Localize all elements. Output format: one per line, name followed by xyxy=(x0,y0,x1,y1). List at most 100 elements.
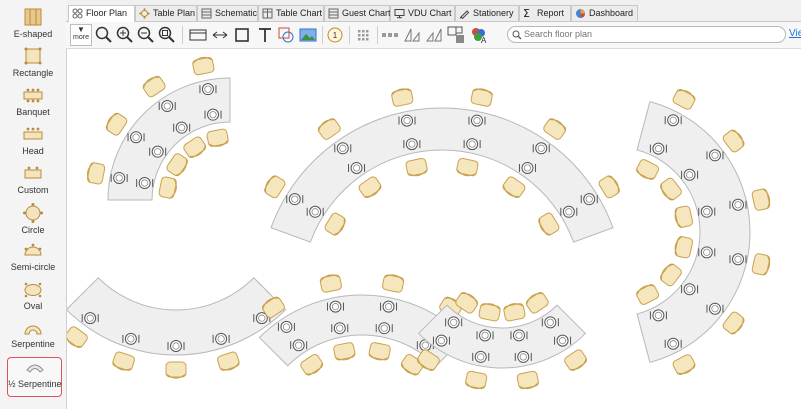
palette-label: Serpentine xyxy=(11,339,55,349)
floor-plan-canvas[interactable] xyxy=(64,49,801,409)
chair xyxy=(158,176,177,199)
half-serpentine-table-icon xyxy=(25,364,44,373)
tab-floor-plan[interactable]: Floor Plan xyxy=(68,5,135,22)
plate xyxy=(652,309,665,322)
palette-item-serpentine[interactable]: Serpentine xyxy=(4,318,62,356)
e-shaped-table-icon xyxy=(24,8,42,26)
tab-report[interactable]: Σ Report xyxy=(519,5,571,21)
plate xyxy=(521,161,534,174)
plate xyxy=(562,205,575,218)
search-input[interactable] xyxy=(524,28,724,40)
arrange-button[interactable] xyxy=(446,25,466,45)
tab-label: Guest Chart xyxy=(342,8,391,18)
palette-item-circle[interactable]: Circle xyxy=(4,202,62,240)
tab-table-chart[interactable]: Table Chart xyxy=(258,5,324,21)
numbering-button[interactable]: 1 xyxy=(325,25,345,45)
chair xyxy=(112,351,135,371)
tab-vdu-chart[interactable]: VDU Chart xyxy=(390,5,455,21)
stationery-icon xyxy=(459,10,470,19)
chair-seat xyxy=(502,176,526,199)
plate xyxy=(350,161,363,174)
palette-item-banquet[interactable]: Banquet xyxy=(4,86,62,124)
align-right-button[interactable] xyxy=(424,25,444,45)
plate xyxy=(683,283,696,296)
chair-seat xyxy=(166,153,188,177)
plate xyxy=(732,253,745,266)
plate xyxy=(556,334,569,347)
chair-seat xyxy=(672,354,696,375)
tab-table-plan[interactable]: Table Plan xyxy=(135,5,197,21)
chair xyxy=(317,118,341,140)
tab-schematic[interactable]: Schematic xyxy=(197,5,258,21)
plate xyxy=(329,300,342,313)
shapes-button[interactable] xyxy=(276,25,296,45)
floor-plan-drawing xyxy=(64,56,771,390)
chair xyxy=(672,89,696,110)
chair xyxy=(516,370,539,390)
insert-image-button[interactable] xyxy=(298,25,318,45)
rectangle-shape-button[interactable] xyxy=(232,25,252,45)
chair-seat xyxy=(217,351,240,371)
plate xyxy=(708,149,721,162)
palette-item-oval[interactable]: Oval xyxy=(4,280,62,318)
plate xyxy=(405,138,418,151)
chair-seat xyxy=(672,89,696,110)
chair-seat xyxy=(636,159,659,180)
palette-item-rectangle[interactable]: Rectangle xyxy=(4,45,62,83)
zoom-fit-button[interactable] xyxy=(157,25,177,45)
more-button[interactable]: ▼ more xyxy=(70,24,92,46)
tab-label: Table Plan xyxy=(153,8,196,18)
palette-item-e-shaped[interactable]: E-shaped xyxy=(4,6,62,44)
chair xyxy=(183,136,207,158)
chair xyxy=(358,176,382,199)
table-shape-palette: E-shaped Rectangle Banquet Head Custom C… xyxy=(0,0,67,409)
text-tool-button[interactable] xyxy=(255,25,275,45)
zoom-out-button[interactable] xyxy=(136,25,156,45)
chair xyxy=(405,157,428,177)
toolbar-divider xyxy=(349,26,350,44)
align-left-button[interactable] xyxy=(402,25,422,45)
room-size-button[interactable] xyxy=(188,25,208,45)
palette-item-semi-circle[interactable]: Semi-circle xyxy=(4,241,62,279)
chair-seat xyxy=(660,177,682,201)
plate xyxy=(378,322,391,335)
search-zoom-button[interactable] xyxy=(94,25,114,45)
plate xyxy=(336,142,349,155)
report-icon: Σ xyxy=(523,7,530,20)
tab-dashboard[interactable]: Dashboard xyxy=(571,5,638,21)
plate xyxy=(683,168,696,181)
tab-stationery[interactable]: Stationery xyxy=(455,5,519,21)
plate xyxy=(207,108,220,121)
distribute-button[interactable] xyxy=(380,25,400,45)
serpentine-table xyxy=(264,88,620,243)
chair xyxy=(206,128,229,147)
chair xyxy=(470,88,493,107)
floor-plan-icon xyxy=(72,8,83,19)
measure-button[interactable] xyxy=(210,25,230,45)
chair xyxy=(324,212,346,236)
plate xyxy=(447,316,460,329)
chair xyxy=(636,159,659,180)
chair xyxy=(751,188,771,211)
chair xyxy=(660,263,682,287)
plate xyxy=(138,177,151,190)
palette-item-half-serpentine[interactable]: ½ Serpentine xyxy=(7,357,62,397)
chair xyxy=(105,112,128,136)
grid-button[interactable] xyxy=(353,25,373,45)
serpentine-table xyxy=(86,56,231,201)
chair-seat xyxy=(660,263,682,287)
plate xyxy=(667,114,680,127)
plate xyxy=(151,145,164,158)
chair xyxy=(456,157,479,177)
palette-item-custom[interactable]: Custom xyxy=(4,164,62,202)
tab-label: Report xyxy=(537,8,565,18)
plate xyxy=(161,100,174,113)
tab-guest-chart[interactable]: Guest Chart xyxy=(324,5,391,21)
arrange-icon xyxy=(447,26,464,43)
palette-item-head[interactable]: Head xyxy=(4,125,62,163)
zoom-out-icon xyxy=(137,26,154,43)
align-icon xyxy=(426,28,442,42)
zoom-in-button[interactable] xyxy=(115,25,135,45)
view-link[interactable]: Vie xyxy=(789,28,801,39)
style-button[interactable]: A xyxy=(468,25,488,45)
